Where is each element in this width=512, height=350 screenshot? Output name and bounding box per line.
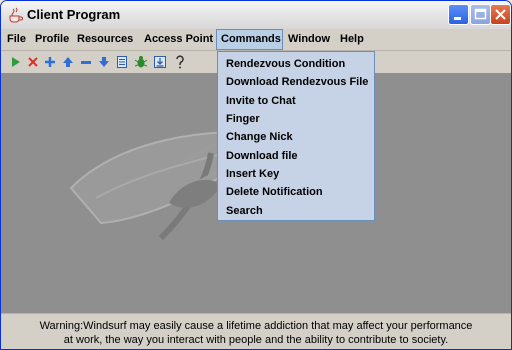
java-app-icon [9,7,23,23]
delete-icon[interactable] [26,54,40,70]
minimize-button[interactable] [448,4,469,25]
minimize-icon [454,17,461,20]
bug-icon[interactable] [134,54,148,70]
warning-message: Warning:Windsurf may easily cause a life… [11,319,501,347]
document-icon[interactable] [115,54,129,70]
help-icon[interactable] [173,54,187,70]
menu-profile[interactable]: Profile [31,29,73,50]
minus-icon[interactable] [79,54,93,70]
add-icon[interactable] [43,54,57,70]
menu-resources[interactable]: Resources [73,29,137,50]
menu-file[interactable]: File [3,29,30,50]
menu-item-insert-key[interactable]: Insert Key [226,168,279,180]
menu-item-search[interactable]: Search [226,205,263,217]
menu-access-point[interactable]: Access Point [140,29,217,50]
maximize-button[interactable] [470,4,491,25]
menu-item-finger[interactable]: Finger [226,113,260,125]
close-button[interactable] [490,4,511,25]
menu-bar: File Profile Resources Access Point Comm… [1,29,511,51]
menu-commands[interactable]: Commands [216,29,283,50]
menu-item-download-rendezvous-file[interactable]: Download Rendezvous File [226,76,368,88]
menu-item-delete-notification[interactable]: Delete Notification [226,186,323,198]
menu-item-change-nick[interactable]: Change Nick [226,131,293,143]
status-bar: Warning:Windsurf may easily cause a life… [1,313,511,349]
menu-item-download-file[interactable]: Download file [226,150,298,162]
close-icon [495,9,506,20]
up-arrow-icon[interactable] [61,54,75,70]
download-icon[interactable] [153,54,167,70]
menu-item-rendezvous-condition[interactable]: Rendezvous Condition [226,58,345,70]
warning-line-1: Warning:Windsurf may easily cause a life… [39,320,473,332]
client-program-window: Client Program File Profile Resources Ac… [0,0,512,350]
menu-item-invite-to-chat[interactable]: Invite to Chat [226,95,296,107]
play-icon[interactable] [9,54,23,70]
window-title: Client Program [27,7,121,22]
title-bar[interactable]: Client Program [1,1,511,30]
menu-window[interactable]: Window [284,29,334,50]
warning-line-2: at work, the way you interact with peopl… [63,334,449,346]
menu-help[interactable]: Help [336,29,368,50]
maximize-icon [474,8,487,20]
down-arrow-icon[interactable] [97,54,111,70]
commands-dropdown-menu: Rendezvous Condition Download Rendezvous… [217,51,375,221]
